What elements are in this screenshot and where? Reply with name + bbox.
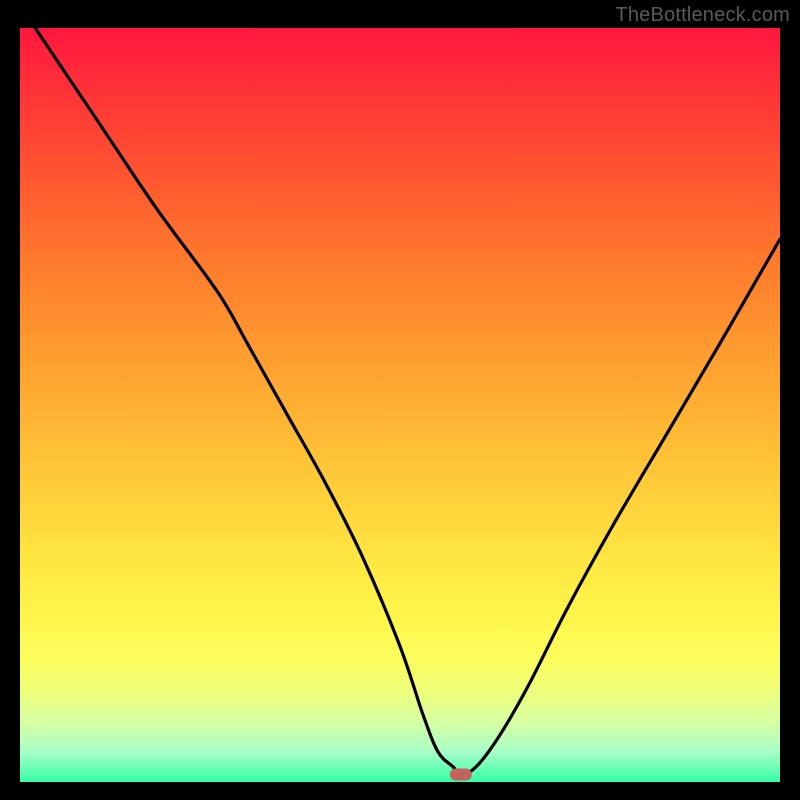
plot-area (20, 28, 780, 782)
watermark-text: TheBottleneck.com (615, 4, 790, 27)
min-marker (450, 768, 472, 780)
bottleneck-curve (35, 28, 780, 774)
chart-container: TheBottleneck.com (0, 0, 800, 800)
chart-svg (20, 28, 780, 782)
